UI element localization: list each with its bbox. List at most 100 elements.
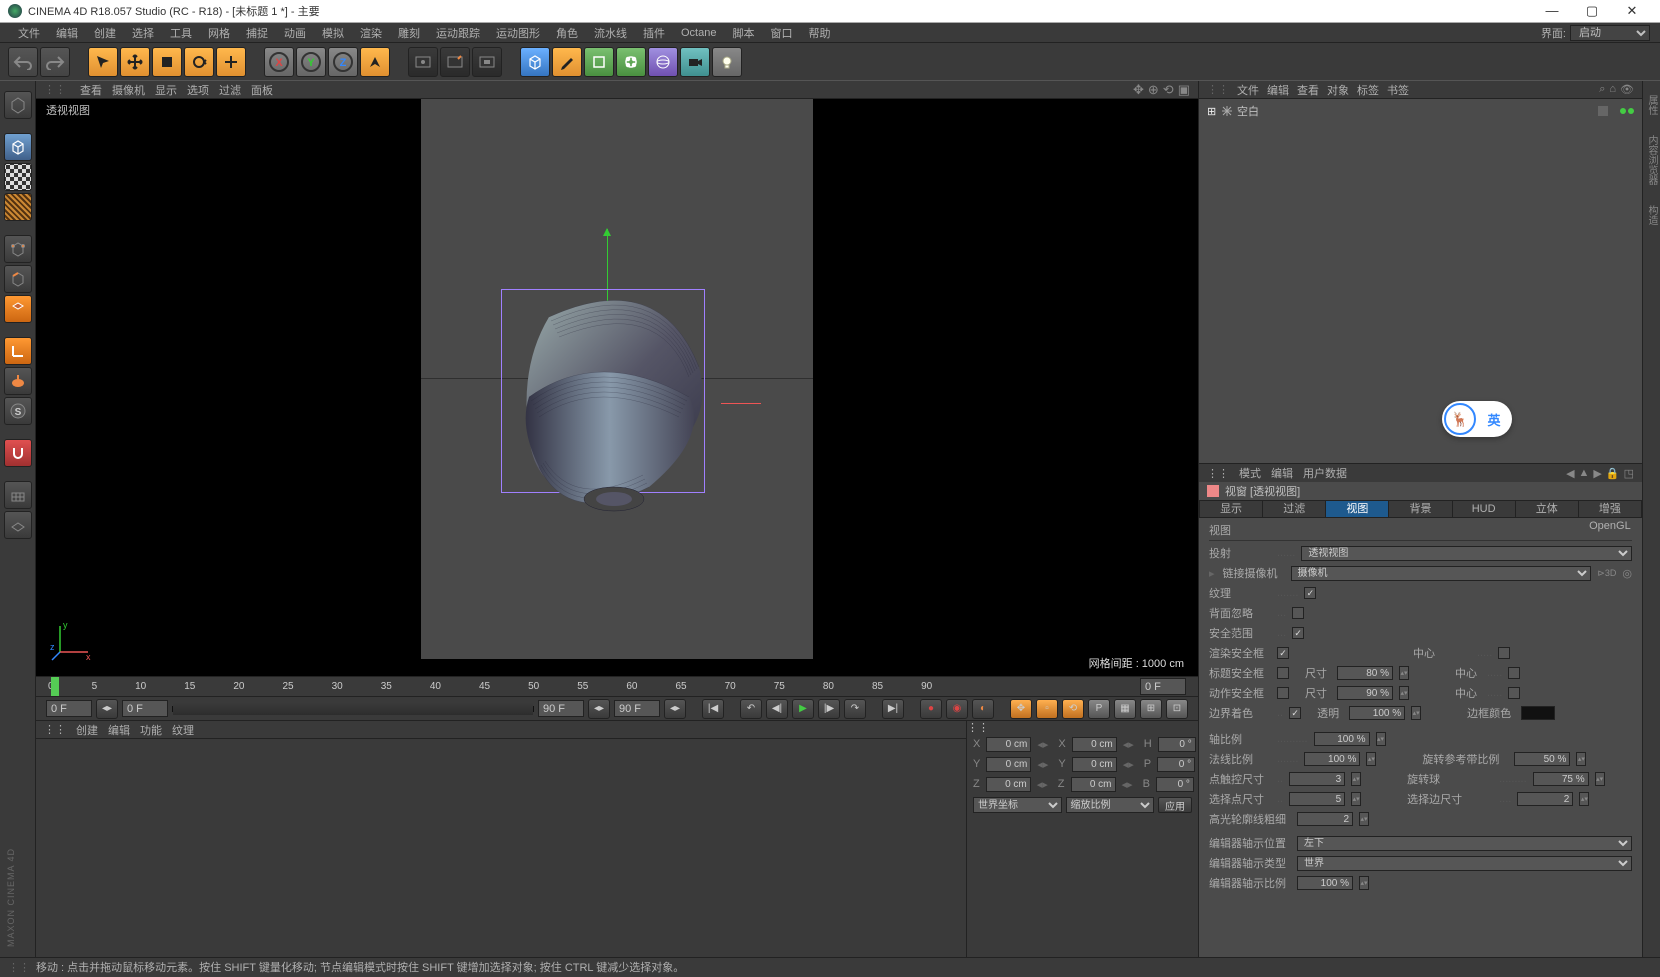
object-name[interactable]: 空白: [1237, 103, 1259, 119]
frame-start-input[interactable]: [46, 700, 92, 717]
layout-select[interactable]: 启动: [1570, 25, 1650, 41]
pttouch-input[interactable]: [1289, 772, 1345, 786]
rot-p-input[interactable]: [1157, 757, 1195, 772]
stepper-icon[interactable]: ▴▾: [1351, 772, 1361, 786]
key-all[interactable]: ⊡: [1166, 699, 1188, 719]
key-selection[interactable]: ⊞: [1140, 699, 1162, 719]
border-opacity-input[interactable]: [1349, 706, 1405, 720]
tweak-mode[interactable]: [4, 367, 32, 395]
y-axis-lock[interactable]: Y: [296, 47, 326, 77]
stepper-icon[interactable]: ▴▾: [1579, 792, 1589, 806]
nav-zoom-icon[interactable]: ⊕: [1148, 82, 1159, 98]
size-x-input[interactable]: [1072, 737, 1117, 752]
nav-back-icon[interactable]: ◀: [1566, 467, 1574, 480]
view-menu-camera[interactable]: 摄像机: [112, 82, 145, 98]
new-window-icon[interactable]: ◳: [1624, 467, 1634, 480]
tab-view[interactable]: 视图: [1325, 500, 1388, 518]
menu-mograph[interactable]: 运动图形: [488, 23, 548, 43]
point-mode[interactable]: [4, 235, 32, 263]
deformer[interactable]: [616, 47, 646, 77]
center-checkbox[interactable]: [1498, 647, 1510, 659]
next-key-button[interactable]: ↷: [844, 699, 866, 719]
visibility-render-dot[interactable]: [1628, 108, 1634, 114]
stepper-icon[interactable]: ▴▾: [1399, 666, 1409, 680]
snap-toggle[interactable]: [4, 439, 32, 467]
pos-z-input[interactable]: [986, 777, 1031, 792]
eye-icon[interactable]: 👁: [1620, 83, 1634, 96]
texture-checkbox[interactable]: ✓: [1304, 587, 1316, 599]
projection-select[interactable]: 透视视图: [1301, 546, 1632, 561]
home-icon[interactable]: ⌂: [1609, 83, 1616, 96]
view-menu-options[interactable]: 选项: [187, 82, 209, 98]
stepper-icon[interactable]: ▴▾: [1595, 772, 1605, 786]
spline-pen[interactable]: [552, 47, 582, 77]
vtab-struct[interactable]: 构造: [1644, 201, 1659, 229]
coord-system[interactable]: [360, 47, 390, 77]
titlesafe-size-input[interactable]: [1337, 666, 1393, 680]
tab-filter[interactable]: 过滤: [1262, 500, 1325, 518]
pick-3d-icon[interactable]: ⊳3D: [1597, 568, 1616, 579]
menu-select[interactable]: 选择: [124, 23, 162, 43]
menu-anim[interactable]: 动画: [276, 23, 314, 43]
mat-menu-tex[interactable]: 纹理: [172, 722, 194, 738]
autokey-button[interactable]: ◉: [946, 699, 968, 719]
rotball-input[interactable]: [1533, 772, 1589, 786]
timeline-slider[interactable]: [172, 706, 534, 712]
visibility-editor-dot[interactable]: [1620, 108, 1626, 114]
normalscale-input[interactable]: [1304, 752, 1360, 766]
actionsafe-center-checkbox[interactable]: [1508, 687, 1520, 699]
rotband-input[interactable]: [1514, 752, 1570, 766]
axisscale2-input[interactable]: [1297, 876, 1353, 890]
scale-tool[interactable]: [152, 47, 182, 77]
tab-hud[interactable]: HUD: [1452, 500, 1515, 518]
redo-button[interactable]: [40, 47, 70, 77]
menu-window[interactable]: 窗口: [762, 23, 800, 43]
menu-mesh[interactable]: 网格: [200, 23, 238, 43]
move-tool[interactable]: [120, 47, 150, 77]
tab-display[interactable]: 显示: [1199, 500, 1262, 518]
keyframe-options[interactable]: ◐: [972, 699, 994, 719]
mat-menu-create[interactable]: 创建: [76, 722, 98, 738]
maximize-button[interactable]: ▢: [1572, 0, 1612, 22]
vtab-attrs[interactable]: 属性: [1644, 91, 1659, 119]
hledge-input[interactable]: [1297, 812, 1353, 826]
om-menu-tags[interactable]: 标签: [1357, 82, 1379, 98]
nav-maximize-icon[interactable]: ▣: [1178, 82, 1190, 98]
texture-mode[interactable]: [4, 163, 32, 191]
polygon-mode[interactable]: [4, 295, 32, 323]
menu-render[interactable]: 渲染: [352, 23, 390, 43]
expand-icon[interactable]: ⊞: [1207, 105, 1217, 118]
timeline-cursor[interactable]: [51, 677, 59, 696]
key-rotate[interactable]: ⟲: [1062, 699, 1084, 719]
timeline-end-display[interactable]: [1140, 678, 1186, 695]
primitive-cube[interactable]: [520, 47, 550, 77]
pick-target-icon[interactable]: ◎: [1622, 567, 1632, 580]
undo-button[interactable]: [8, 47, 38, 77]
stepper-icon[interactable]: ▴▾: [1366, 752, 1376, 766]
menu-motrack[interactable]: 运动跟踪: [428, 23, 488, 43]
menu-edit[interactable]: 编辑: [48, 23, 86, 43]
locked-workplane[interactable]: [4, 481, 32, 509]
render-settings[interactable]: [472, 47, 502, 77]
viewport[interactable]: 透视视图: [36, 99, 1198, 676]
edge-mode[interactable]: [4, 265, 32, 293]
search-icon[interactable]: ⌕: [1599, 83, 1605, 96]
menu-char[interactable]: 角色: [548, 23, 586, 43]
menu-octane[interactable]: Octane: [673, 25, 724, 41]
titlesafe-checkbox[interactable]: [1277, 667, 1289, 679]
safezone-checkbox[interactable]: ✓: [1292, 627, 1304, 639]
goto-end-button[interactable]: ▶|: [882, 699, 904, 719]
minimize-button[interactable]: —: [1532, 0, 1572, 22]
om-menu-edit[interactable]: 编辑: [1267, 82, 1289, 98]
view-menu-display[interactable]: 显示: [155, 82, 177, 98]
seledge-input[interactable]: [1517, 792, 1573, 806]
frame-end-b-input[interactable]: [614, 700, 660, 717]
am-menu-mode[interactable]: 模式: [1239, 465, 1261, 481]
axistype-select[interactable]: 世界: [1297, 856, 1632, 871]
titlesafe-center-checkbox[interactable]: [1508, 667, 1520, 679]
menu-file[interactable]: 文件: [10, 23, 48, 43]
timeline-ruler[interactable]: 0 5 10 15 20 25 30 35 40 45 50 55 60 65 …: [36, 676, 1198, 696]
rot-b-input[interactable]: [1156, 777, 1194, 792]
mat-menu-func[interactable]: 功能: [140, 722, 162, 738]
record-button[interactable]: ●: [920, 699, 942, 719]
